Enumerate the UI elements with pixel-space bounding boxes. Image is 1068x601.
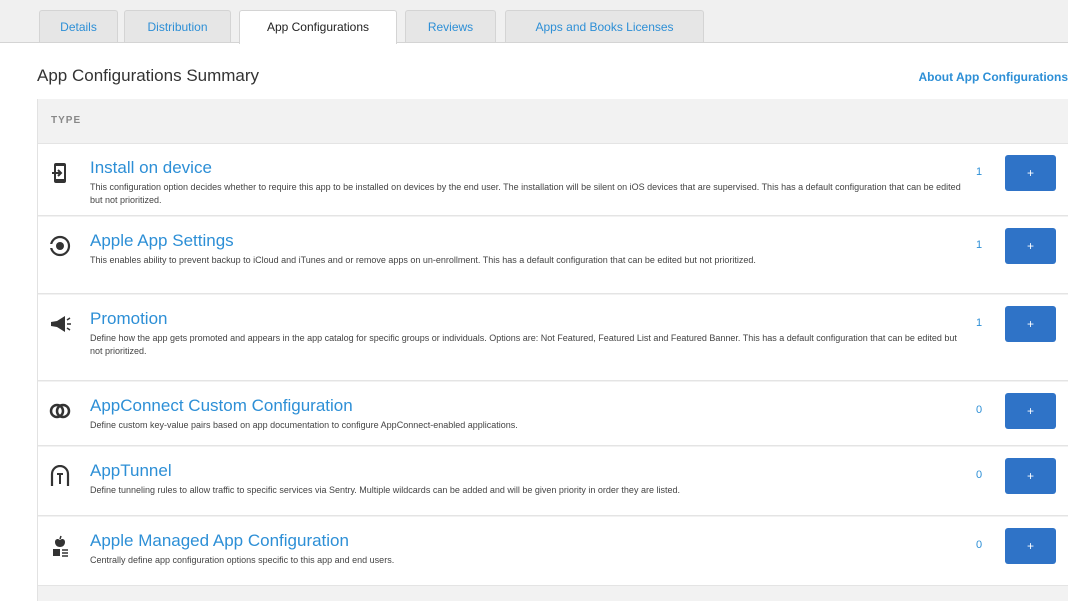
tab-app-configurations[interactable]: App Configurations (239, 10, 397, 44)
configurations-table: TYPE Install on device This configuratio… (37, 99, 1068, 601)
apptunnel-icon (49, 465, 71, 487)
table-row: Apple App Settings This enables ability … (38, 217, 1068, 294)
config-name-apple-app-settings[interactable]: Apple App Settings (90, 231, 234, 251)
add-apptunnel-button[interactable]: + (1005, 458, 1056, 494)
config-description: This configuration option decides whethe… (90, 182, 961, 205)
column-header-type: TYPE (51, 115, 82, 126)
config-name-promotion[interactable]: Promotion (90, 309, 167, 329)
config-name-install-on-device[interactable]: Install on device (90, 158, 212, 178)
config-count[interactable]: 0 (976, 469, 982, 481)
config-count[interactable]: 1 (976, 317, 982, 329)
app-settings-icon (49, 235, 71, 257)
add-appconnect-custom-configuration-button[interactable]: + (1005, 393, 1056, 429)
apple-managed-config-icon (49, 535, 71, 557)
config-description: Define how the app gets promoted and app… (90, 333, 957, 356)
config-description: Define custom key-value pairs based on a… (90, 420, 518, 430)
table-row: Apple Managed App Configuration Centrall… (38, 517, 1068, 586)
tab-bar: Details Distribution App Configurations … (0, 0, 1068, 44)
add-promotion-button[interactable]: + (1005, 306, 1056, 342)
table-row: AppTunnel Define tunneling rules to allo… (38, 447, 1068, 516)
config-description: Centrally define app configuration optio… (90, 555, 395, 565)
tab-distribution[interactable]: Distribution (124, 10, 231, 42)
table-row: Install on device This configuration opt… (38, 144, 1068, 216)
config-description: Define tunneling rules to allow traffic … (90, 485, 680, 495)
megaphone-icon (49, 313, 71, 335)
page-title: App Configurations Summary (37, 66, 260, 85)
config-count[interactable]: 1 (976, 239, 982, 251)
tab-reviews[interactable]: Reviews (405, 10, 496, 42)
tab-apps-and-books-licenses[interactable]: Apps and Books Licenses (505, 10, 704, 42)
table-row: AppConnect Custom Configuration Define c… (38, 382, 1068, 446)
about-app-configurations-link[interactable]: About App Configurations (918, 70, 1068, 84)
add-apple-managed-app-configuration-button[interactable]: + (1005, 528, 1056, 564)
table-row: Promotion Define how the app gets promot… (38, 295, 1068, 381)
config-name-appconnect-custom-configuration[interactable]: AppConnect Custom Configuration (90, 396, 353, 416)
config-description: This enables ability to prevent backup t… (90, 255, 756, 265)
config-name-apptunnel[interactable]: AppTunnel (90, 461, 172, 481)
appconnect-icon (49, 400, 71, 422)
config-count[interactable]: 0 (976, 404, 982, 416)
config-count[interactable]: 1 (976, 166, 982, 178)
config-name-apple-managed-app-configuration[interactable]: Apple Managed App Configuration (90, 531, 349, 551)
config-count[interactable]: 0 (976, 539, 982, 551)
add-apple-app-settings-button[interactable]: + (1005, 228, 1056, 264)
install-device-icon (49, 162, 71, 184)
tab-details[interactable]: Details (39, 10, 118, 42)
table-header: TYPE (38, 99, 1068, 144)
add-install-on-device-button[interactable]: + (1005, 155, 1056, 191)
